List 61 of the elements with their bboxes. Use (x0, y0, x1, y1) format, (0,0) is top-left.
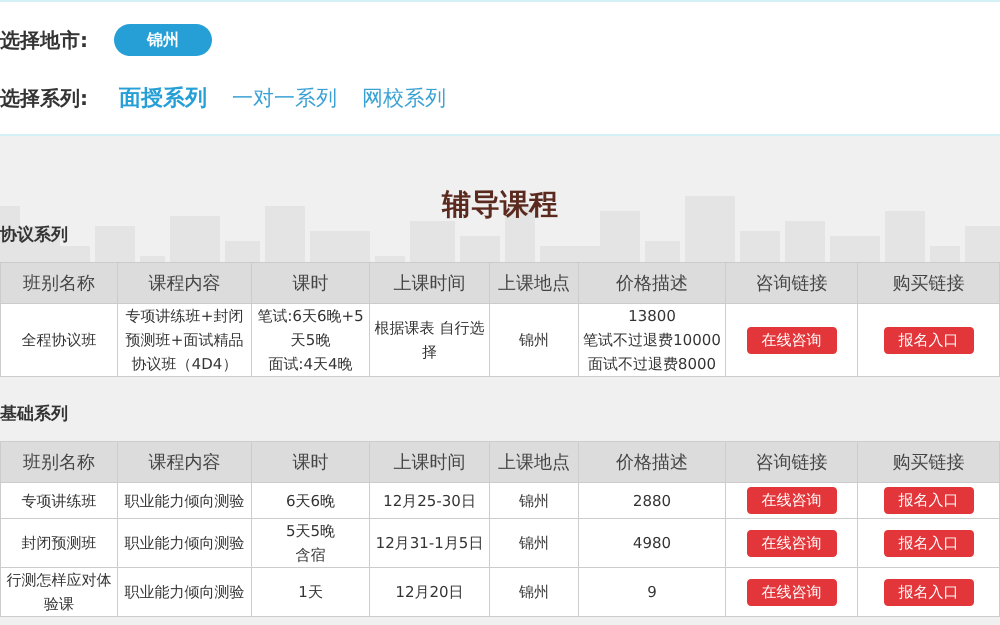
table-cell: 职业能力倾向测验 (118, 518, 252, 568)
table-cell: 锦州 (490, 568, 578, 616)
column-header: 课时 (252, 442, 370, 482)
signup-button[interactable]: 报名入口 (884, 326, 974, 354)
table-cell: 12月31-1月5日 (370, 518, 490, 568)
table-cell: 9 (578, 568, 726, 616)
table-cell: 职业能力倾向测验 (118, 482, 252, 518)
page-title: 辅导课程 (442, 186, 558, 222)
column-header: 价格描述 (578, 262, 726, 304)
cell-text: 5天5晚 (284, 521, 336, 542)
cell-text: 含宿 (294, 545, 326, 566)
column-header: 上课时间 (370, 442, 490, 482)
table-cell: 1天 (252, 568, 370, 616)
column-header: 课时 (252, 262, 370, 304)
column-header: 价格描述 (578, 442, 726, 482)
consult-button[interactable]: 在线咨询 (746, 326, 836, 354)
table-cell: 全程协议班 (0, 304, 118, 376)
cell-text: 面试不过退费8000 (586, 354, 718, 375)
column-header: 购买链接 (858, 262, 1000, 304)
table-cell: 行测怎样应对体验课 (0, 568, 118, 616)
column-header: 班别名称 (0, 262, 118, 304)
filter-label: 选择系列: (0, 84, 89, 112)
table-cell: 根据课表 自行选择 (370, 304, 490, 376)
signup-button[interactable]: 报名入口 (884, 487, 974, 514)
table-cell: 职业能力倾向测验 (118, 568, 252, 616)
table-cell: 锦州 (490, 518, 578, 568)
column-header: 班别名称 (0, 442, 118, 482)
filter-label: 选择地市: (0, 26, 89, 54)
cell-text: 笔试不过退费10000 (582, 330, 722, 351)
section-title: 基础系列 (0, 403, 69, 426)
table-cell: 2880 (578, 482, 726, 518)
table-cell: 专项讲练班+封闭预测班+面试精品协议班（4D4） (118, 304, 252, 376)
consult-button[interactable]: 在线咨询 (746, 530, 836, 556)
column-header: 课程内容 (118, 442, 252, 482)
table-cell: 锦州 (490, 304, 578, 376)
table-cell: 6天6晚 (252, 482, 370, 518)
column-header: 课程内容 (118, 262, 252, 304)
consult-button[interactable]: 在线咨询 (746, 578, 836, 606)
table-cell: 12月20日 (370, 568, 490, 616)
consult-button[interactable]: 在线咨询 (746, 487, 836, 514)
column-header: 咨询链接 (726, 442, 858, 482)
table-cell: 12月25-30日 (370, 482, 490, 518)
city-option[interactable]: 锦州 (114, 24, 212, 56)
cell-text: 笔试:6天6晚+5天5晚 (256, 306, 365, 351)
column-header: 上课地点 (490, 442, 578, 482)
column-header: 购买链接 (858, 442, 1000, 482)
section-title: 协议系列 (0, 224, 69, 247)
cell-text: 13800 (627, 306, 677, 327)
series-tab[interactable]: 面授系列 (119, 83, 207, 113)
column-header: 上课地点 (490, 262, 578, 304)
column-header: 上课时间 (370, 262, 490, 304)
signup-button[interactable]: 报名入口 (884, 530, 974, 556)
column-header: 咨询链接 (726, 262, 858, 304)
table-cell: 封闭预测班 (0, 518, 118, 568)
series-tab[interactable]: 一对一系列 (232, 84, 337, 112)
table-cell: 锦州 (490, 482, 578, 518)
table-cell: 专项讲练班 (0, 482, 118, 518)
series-tab[interactable]: 网校系列 (362, 84, 446, 112)
cell-text: 面试:4天4晚 (267, 354, 354, 375)
table-cell: 4980 (578, 518, 726, 568)
signup-button[interactable]: 报名入口 (884, 578, 974, 606)
